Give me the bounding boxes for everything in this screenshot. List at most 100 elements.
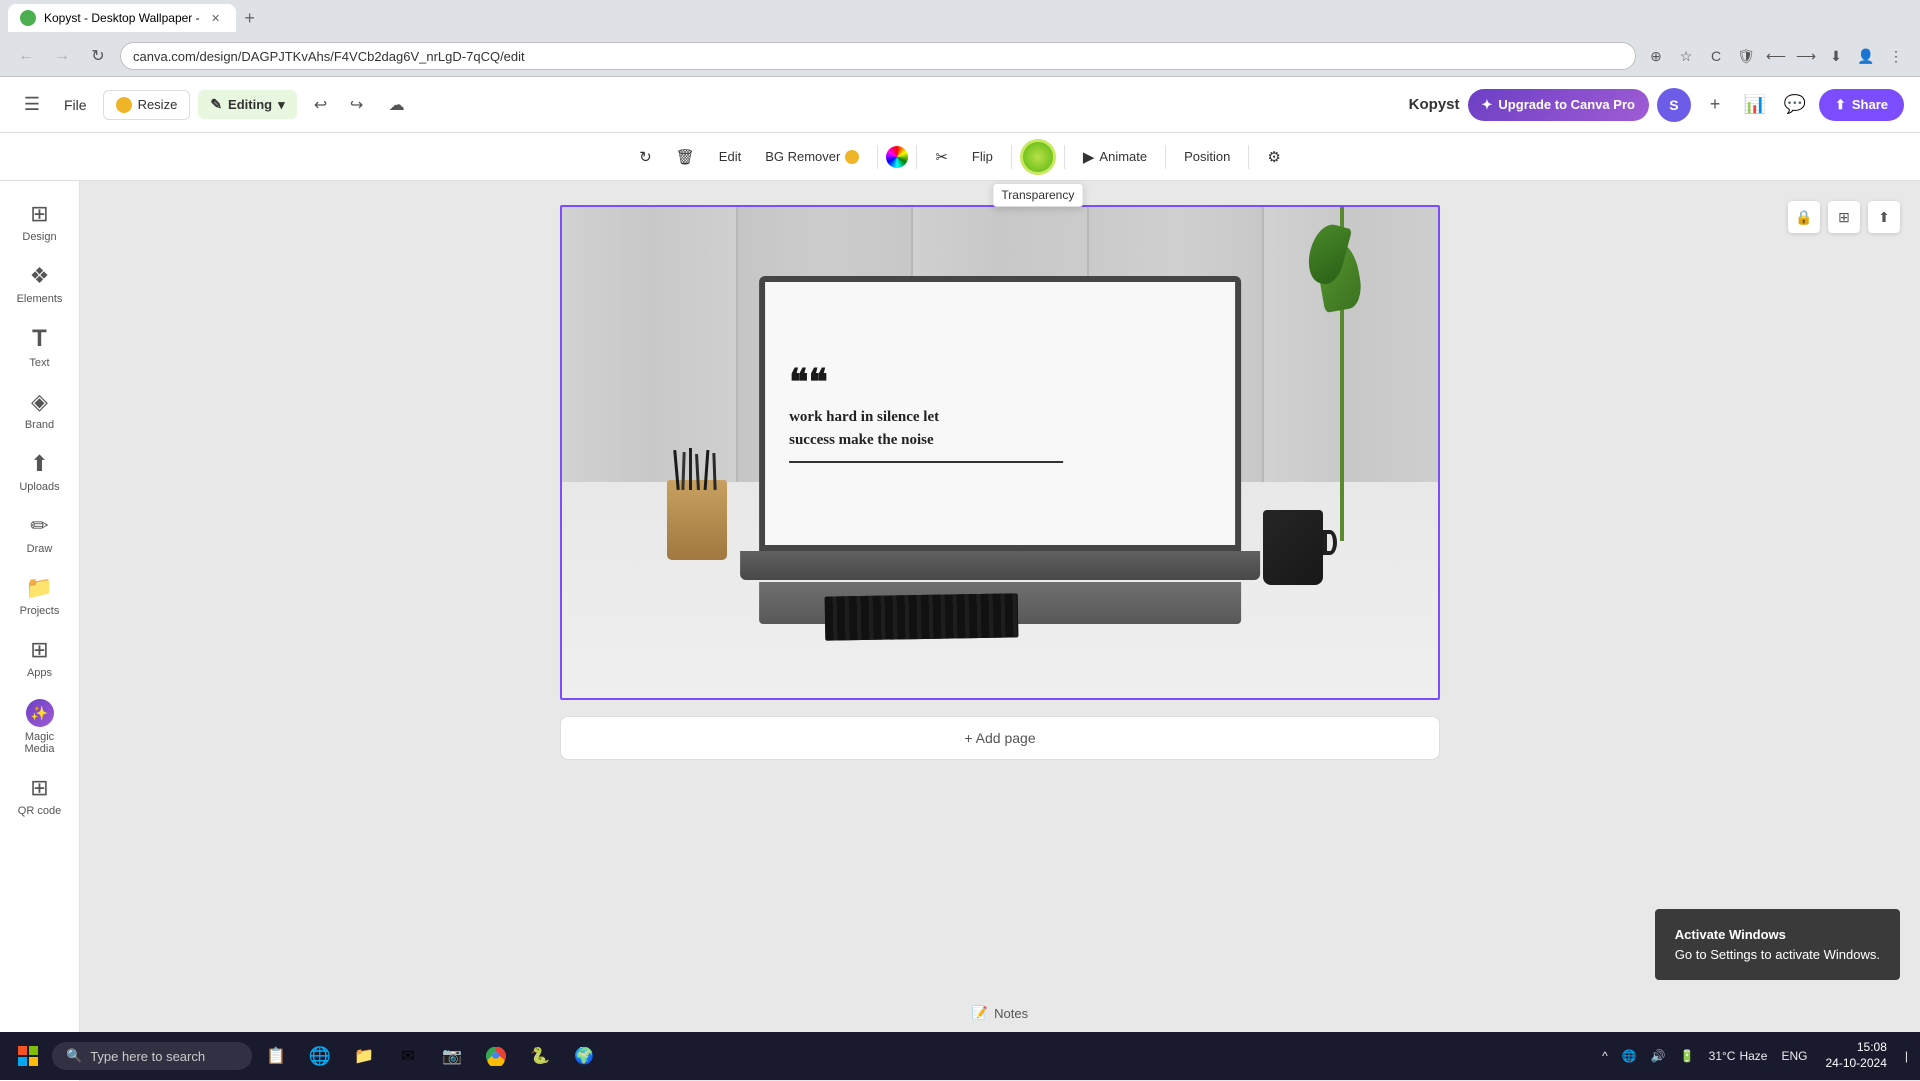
delete-tool-icon: 🗑: [676, 148, 695, 166]
taskbar-app-browser2[interactable]: 🌍: [564, 1036, 604, 1076]
notes-area: 📝 Notes: [972, 1005, 1028, 1021]
animate-btn[interactable]: ▶ Animate: [1073, 142, 1157, 172]
sidebar-label-elements: Elements: [17, 293, 63, 305]
weather-condition: Haze: [1739, 1049, 1767, 1063]
notes-icon: 📝: [972, 1005, 988, 1021]
systray-volume[interactable]: 🔊: [1647, 1049, 1670, 1063]
taskbar-app-chrome[interactable]: [476, 1036, 516, 1076]
download-btn[interactable]: ⬇: [1824, 44, 1848, 68]
refresh-tool-btn[interactable]: ↻: [629, 142, 662, 172]
taskbar-app-explorer[interactable]: 📁: [344, 1036, 384, 1076]
address-bar: ← → ↻ canva.com/design/DAGPJTKvAhs/F4VCb…: [0, 36, 1920, 76]
upgrade-btn[interactable]: ✦ Upgrade to Canva Pro: [1468, 89, 1649, 121]
quote-text: work hard in silence let success make th…: [789, 406, 939, 451]
taskbar-app-task-view[interactable]: 📋: [256, 1036, 296, 1076]
refresh-tool-icon: ↻: [639, 148, 652, 166]
add-page-btn[interactable]: + Add page: [560, 716, 1440, 760]
back-btn[interactable]: ←: [12, 42, 40, 70]
sidebar-item-draw[interactable]: ✏ Draw: [6, 505, 74, 563]
screen-content: ❝❝ work hard in silence let success make…: [765, 282, 1235, 546]
clock-time: 15:08: [1857, 1040, 1887, 1056]
undo-btn[interactable]: ↩: [305, 89, 337, 121]
taskbar-search-icon: 🔍: [66, 1048, 82, 1064]
taskbar-app-edge[interactable]: 🌐: [300, 1036, 340, 1076]
redo-btn[interactable]: ↪: [341, 89, 373, 121]
history-btn[interactable]: ⟵: [1764, 44, 1788, 68]
taskbar-search[interactable]: 🔍 Type here to search: [52, 1042, 252, 1070]
address-input[interactable]: canva.com/design/DAGPJTKvAhs/F4VCb2dag6V…: [120, 42, 1636, 70]
plus-btn[interactable]: +: [1699, 89, 1731, 121]
new-tab-btn[interactable]: +: [236, 4, 264, 32]
sidebar-item-text[interactable]: T Text: [6, 317, 74, 377]
sidebar-item-design[interactable]: ⊞ Design: [6, 193, 74, 251]
taskbar-start-btn[interactable]: [8, 1036, 48, 1076]
forward-btn[interactable]: →: [48, 42, 76, 70]
notebook-spine: [824, 593, 1017, 641]
refresh-btn[interactable]: ↻: [84, 42, 112, 70]
flip-btn[interactable]: Flip: [962, 143, 1003, 170]
main-content: ⊞ Design ❖ Elements T Text ◈ Brand ⬆ Upl…: [0, 181, 1920, 1081]
design-canvas[interactable]: ❝❝ work hard in silence let success make…: [560, 205, 1440, 700]
sidebar-item-uploads[interactable]: ⬆ Uploads: [6, 443, 74, 501]
bg-remover-badge: [845, 150, 859, 164]
pencil-3: [689, 448, 692, 490]
position-btn[interactable]: Position: [1174, 143, 1240, 170]
clock-area[interactable]: 15:08 24-10-2024: [1817, 1040, 1894, 1071]
duplicate-btn[interactable]: ⊞: [1828, 201, 1860, 233]
flip-label: Flip: [972, 149, 993, 164]
share-btn[interactable]: ⬆ Share: [1819, 89, 1904, 121]
history-btn2[interactable]: ⟶: [1794, 44, 1818, 68]
profile-btn[interactable]: 👤: [1854, 44, 1878, 68]
sidebar-label-uploads: Uploads: [19, 481, 59, 493]
upgrade-label: Upgrade to Canva Pro: [1498, 97, 1635, 112]
taskbar-app-python[interactable]: 🐍: [520, 1036, 560, 1076]
menu-btn[interactable]: ⋮: [1884, 44, 1908, 68]
sidebar-item-qrcode[interactable]: ⊞ QR code: [6, 767, 74, 825]
app-container: ☰ File Resize ✎ Editing ▾ ↩ ↪ ☁ Kopyst ✦…: [0, 77, 1920, 1081]
file-btn[interactable]: File: [56, 93, 95, 117]
systray-battery[interactable]: 🔋: [1676, 1049, 1699, 1063]
tab-close-btn[interactable]: ✕: [208, 10, 224, 26]
editing-btn[interactable]: ✎ Editing ▾: [198, 90, 296, 119]
resize-btn[interactable]: Resize: [103, 90, 191, 120]
ext-btn2[interactable]: 🛡: [1734, 44, 1758, 68]
sidebar-item-elements[interactable]: ❖ Elements: [6, 255, 74, 313]
draw-icon: ✏: [30, 513, 48, 539]
zoom-btn[interactable]: ⊕: [1644, 44, 1668, 68]
taskbar-app-mail[interactable]: ✉: [388, 1036, 428, 1076]
comment-btn[interactable]: 💬: [1779, 89, 1811, 121]
bg-remover-btn[interactable]: BG Remover: [755, 143, 869, 170]
taskbar-app-photos[interactable]: 📷: [432, 1036, 472, 1076]
systray-network[interactable]: 🌐: [1618, 1049, 1641, 1063]
laptop-base: [740, 551, 1260, 579]
show-desktop-btn[interactable]: |: [1901, 1049, 1912, 1063]
export-canvas-btn[interactable]: ⬆: [1868, 201, 1900, 233]
cloud-save-btn[interactable]: ☁: [381, 89, 413, 121]
delete-tool-btn[interactable]: 🗑: [666, 142, 705, 172]
filter-btn[interactable]: ⚙: [1257, 142, 1290, 172]
browser-actions: ⊕ ☆ C 🛡 ⟵ ⟶ ⬇ 👤 ⋮: [1644, 44, 1908, 68]
transparency-btn[interactable]: [1020, 139, 1056, 175]
tool-separator-3: [1011, 145, 1012, 169]
crop-tool-btn[interactable]: ✂: [925, 142, 958, 172]
lock-btn[interactable]: 🔒: [1788, 201, 1820, 233]
systray-lang[interactable]: ENG: [1777, 1049, 1811, 1063]
canva-ext-btn[interactable]: C: [1704, 44, 1728, 68]
color-picker-btn[interactable]: [886, 146, 908, 168]
chart-btn[interactable]: 📊: [1739, 89, 1771, 121]
sidebar-item-magic[interactable]: ✨ Magic Media: [6, 691, 74, 763]
animate-label: Animate: [1099, 149, 1147, 164]
edit-tool-btn[interactable]: Edit: [709, 143, 751, 170]
sidebar-item-apps[interactable]: ⊞ Apps: [6, 629, 74, 687]
star-btn[interactable]: ☆: [1674, 44, 1698, 68]
browser-chrome: Kopyst - Desktop Wallpaper - ✕ + ← → ↻ c…: [0, 0, 1920, 77]
browser-tab-active[interactable]: Kopyst - Desktop Wallpaper - ✕: [8, 4, 236, 32]
sidebar-item-projects[interactable]: 📁 Projects: [6, 567, 74, 625]
sidebar-label-text: Text: [29, 357, 49, 369]
systray-chevron[interactable]: ^: [1598, 1049, 1612, 1063]
hamburger-btn[interactable]: ☰: [16, 89, 48, 121]
sidebar-label-apps: Apps: [27, 667, 52, 679]
avatar-btn[interactable]: S: [1657, 88, 1691, 122]
laptop: ❝❝ work hard in silence let success make…: [759, 276, 1241, 630]
sidebar-item-brand[interactable]: ◈ Brand: [6, 381, 74, 439]
